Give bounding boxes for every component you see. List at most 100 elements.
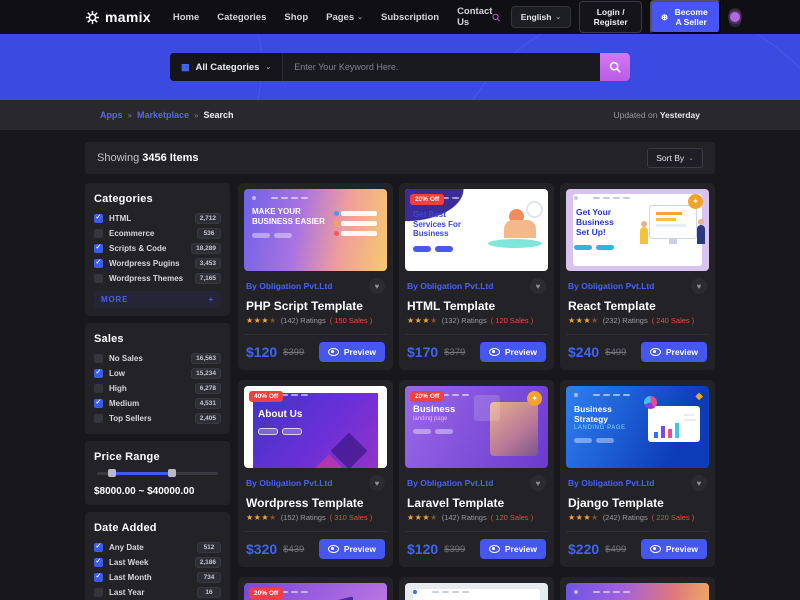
user-avatar[interactable] [729,8,741,27]
breadcrumb-item[interactable]: Apps » [100,110,132,120]
product-card[interactable]: ◆ Business Strategy LANDING PAGE By Obli… [560,380,715,567]
product-card[interactable]: 20% Off ✦ Business landing page By Oblig… [399,380,554,567]
filter-checkbox-item[interactable]: Last Year 16 [94,585,221,600]
checkbox[interactable] [94,229,103,238]
filter-checkbox-item[interactable]: Last Week 2,186 [94,555,221,570]
favorite-button[interactable]: ♥ [530,278,546,294]
banner-search-button[interactable] [600,53,630,81]
nav-item[interactable]: Pages ⌄ [326,12,363,23]
checkbox[interactable] [94,214,103,223]
favorite-button[interactable]: ♥ [691,475,707,491]
filter-checkbox-item[interactable]: Wordpress Pugins 3,453 [94,256,221,271]
preview-button[interactable]: Preview [480,539,546,559]
checkbox[interactable] [94,244,103,253]
slider-handle-low[interactable] [108,469,116,477]
product-title[interactable]: React Template [568,299,707,313]
product-thumbnail[interactable]: MAKE YOUR BUSINESS EASIER [566,583,709,600]
checkbox[interactable] [94,543,103,552]
filter-checkbox-item[interactable]: Scripts & Code 18,289 [94,241,221,256]
product-title[interactable]: PHP Script Template [246,299,385,313]
checkbox[interactable] [94,369,103,378]
nav-item[interactable]: Subscription [381,12,439,23]
product-author[interactable]: By Obligation Pvt.Ltd [568,281,654,291]
product-thumbnail[interactable]: ✦ Get Your Business Set Up! [566,189,709,271]
product-title[interactable]: Laravel Template [407,496,546,510]
filter-checkbox-item[interactable]: No Sales 16,563 [94,351,221,366]
product-thumbnail[interactable]: 40% Off About Us [244,386,387,468]
breadcrumb-label[interactable]: Marketplace [137,110,189,120]
filter-label: Wordpress Themes [109,274,183,283]
checkbox[interactable] [94,588,103,597]
preview-button[interactable]: Preview [641,539,707,559]
product-price: $170 [407,344,438,360]
checkbox[interactable] [94,274,103,283]
product-title[interactable]: Wordpress Template [246,496,385,510]
favorite-button[interactable]: ♥ [369,278,385,294]
favorite-button[interactable]: ♥ [369,475,385,491]
product-title[interactable]: HTML Template [407,299,546,313]
preview-button[interactable]: Preview [319,342,385,362]
price-range-slider[interactable] [97,472,218,475]
breadcrumb-item[interactable]: Search [203,110,233,120]
banner-search-bar: ▦ All Categories ⌄ [170,53,630,81]
checkbox[interactable] [94,259,103,268]
checkbox[interactable] [94,399,103,408]
keyword-input[interactable] [283,53,600,81]
checkbox[interactable] [94,354,103,363]
become-seller-button[interactable]: ⊕ Become A Seller [650,0,721,34]
breadcrumb-item[interactable]: Marketplace » [137,110,198,120]
preview-button[interactable]: Preview [480,342,546,362]
sort-by-button[interactable]: Sort By ⌄ [647,148,703,168]
product-card[interactable]: Business Partnership [399,577,554,600]
checkbox[interactable] [94,558,103,567]
filter-checkbox-item[interactable]: Wordpress Themes 7,165 [94,271,221,286]
filter-checkbox-item[interactable]: High 6,278 [94,381,221,396]
filter-checkbox-item[interactable]: Last Month 734 [94,570,221,585]
login-button[interactable]: Login / Register [579,1,642,33]
language-select[interactable]: English ⌄ [511,6,572,28]
more-button[interactable]: MORE + [94,291,221,308]
product-card[interactable]: 20% Off Get Best Services For Business B… [399,183,554,370]
product-author[interactable]: By Obligation Pvt.Ltd [246,478,332,488]
preview-button[interactable]: Preview [641,342,707,362]
product-author[interactable]: By Obligation Pvt.Ltd [407,281,493,291]
product-thumbnail[interactable]: 20% Off Get Best Services For Business [405,189,548,271]
checkbox[interactable] [94,414,103,423]
preview-button[interactable]: Preview [319,539,385,559]
category-dropdown[interactable]: ▦ All Categories ⌄ [170,53,283,81]
favorite-button[interactable]: ♥ [530,475,546,491]
filter-checkbox-item[interactable]: Any Date 512 [94,540,221,555]
filter-checkbox-item[interactable]: Low 15,234 [94,366,221,381]
nav-item[interactable]: Categories [217,12,266,23]
count-badge: 15,234 [191,368,221,379]
product-card[interactable]: 20% Off BUSINESS LANDING PAGE [238,577,393,600]
product-thumbnail[interactable]: Business Partnership [405,583,548,600]
nav-item[interactable]: Shop [284,12,308,23]
slider-handle-high[interactable] [168,469,176,477]
product-title[interactable]: Django Template [568,496,707,510]
product-thumbnail[interactable]: 20% Off ✦ Business landing page [405,386,548,468]
product-card[interactable]: MAKE YOUR BUSINESS EASIER By Obligation … [238,183,393,370]
product-thumbnail[interactable]: 20% Off BUSINESS LANDING PAGE [244,583,387,600]
nav-item[interactable]: Home [173,12,199,23]
nav-item[interactable]: Contact Us [457,6,492,28]
product-author[interactable]: By Obligation Pvt.Ltd [407,478,493,488]
filter-checkbox-item[interactable]: Ecommerce 536 [94,226,221,241]
checkbox[interactable] [94,384,103,393]
breadcrumb-label[interactable]: Apps [100,110,123,120]
product-author[interactable]: By Obligation Pvt.Ltd [568,478,654,488]
product-thumbnail[interactable]: ◆ Business Strategy LANDING PAGE [566,386,709,468]
product-author[interactable]: By Obligation Pvt.Ltd [246,281,332,291]
search-icon[interactable] [492,11,500,24]
filter-checkbox-item[interactable]: Medium 4,531 [94,396,221,411]
favorite-button[interactable]: ♥ [691,278,707,294]
checkbox[interactable] [94,573,103,582]
logo[interactable]: mamix [85,9,151,25]
product-card[interactable]: 40% Off About Us By Obligation Pvt.Ltd ♥… [238,380,393,567]
product-card[interactable]: MAKE YOUR BUSINESS EASIER [560,577,715,600]
filter-checkbox-item[interactable]: HTML 2,712 [94,211,221,226]
product-card[interactable]: ✦ Get Your Business Set Up! By Obligatio… [560,183,715,370]
product-thumbnail[interactable]: MAKE YOUR BUSINESS EASIER [244,189,387,271]
breadcrumb-label[interactable]: Search [203,110,233,120]
filter-checkbox-item[interactable]: Top Sellers 2,405 [94,411,221,426]
